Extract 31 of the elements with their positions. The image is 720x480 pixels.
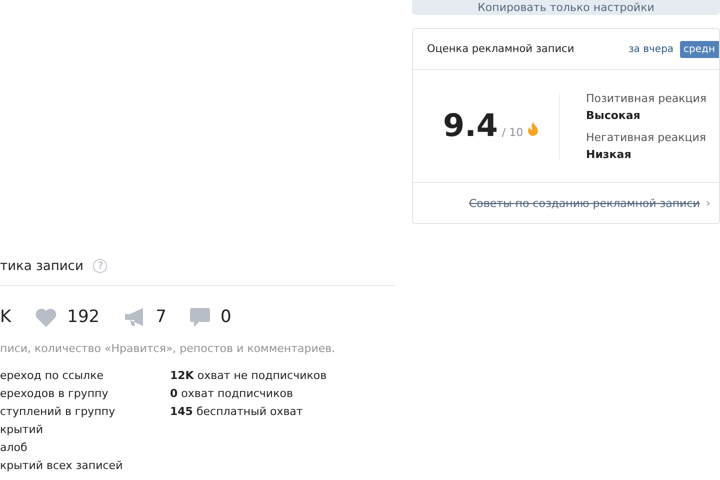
description-text: писи, количество «Нравится», репостов и комментариев.: [0, 342, 336, 355]
stat-item: крытий всех записей: [0, 458, 124, 474]
counter-value: 7: [156, 307, 166, 327]
score-max: / 10: [502, 126, 524, 139]
reaction-value: Высокая: [586, 108, 642, 122]
stat-item: ереходов в группу: [0, 386, 110, 402]
counter-value: K: [0, 307, 12, 327]
stat-item: ступлений в группу: [0, 404, 116, 420]
copy-settings-button[interactable]: Копировать только настройки: [412, 0, 720, 15]
card-title: Оценка рекламной записи: [427, 43, 576, 55]
stat-item: алоб: [0, 440, 28, 456]
reach-item: 145 бесплатный охват: [170, 404, 304, 420]
counter-value: 0: [220, 307, 232, 327]
reaction-label: Негативная реакция: [586, 130, 706, 144]
score-value: 9.4: [443, 108, 498, 144]
stat-item: ереход по ссылке: [0, 368, 105, 384]
period-tab[interactable]: за вчера: [624, 40, 678, 58]
reach-item: 0 охват подписчиков: [170, 386, 294, 402]
chevron-icon: ›: [706, 196, 711, 210]
heart-icon: [35, 308, 58, 326]
counter-value: 192: [67, 307, 100, 327]
reaction-label: Позитивная реакция: [586, 92, 706, 104]
reaction-value: Низкая: [586, 148, 632, 160]
section-title: тика записи: [0, 258, 84, 274]
reach-item: 12K охват не подписчиков: [170, 368, 328, 384]
tips-link[interactable]: Советы по созданию рекламной записи: [469, 196, 700, 210]
period-tab[interactable]: средн: [680, 40, 719, 58]
speech-bubble-icon: [190, 308, 210, 326]
stat-item: крытий: [0, 422, 44, 438]
megaphone-icon: [124, 308, 146, 326]
flame-icon: [527, 122, 540, 136]
